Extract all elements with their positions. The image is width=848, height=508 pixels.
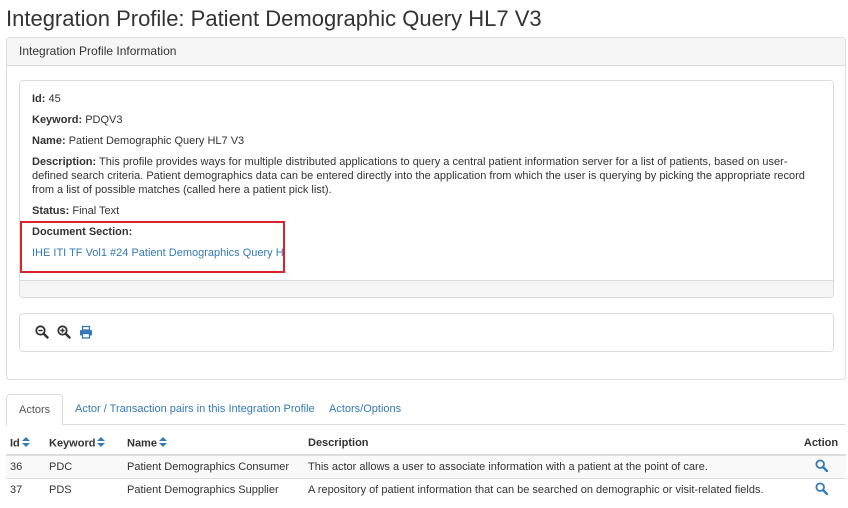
- sort-icon[interactable]: [21, 436, 30, 450]
- description-value: This profile provides ways for multiple …: [32, 156, 805, 196]
- zoom-out-icon[interactable]: [35, 325, 49, 339]
- table-row: 36 PDC Patient Demographics Consumer Thi…: [6, 454, 846, 478]
- name-label: Name:: [32, 135, 66, 147]
- cell-keyword: PDS: [45, 477, 123, 501]
- status-label: Status:: [32, 205, 70, 217]
- column-header-id[interactable]: Id: [6, 432, 45, 456]
- cell-id: 36: [6, 454, 45, 478]
- column-header-name[interactable]: Name: [123, 432, 304, 456]
- panel-heading: Integration Profile Information: [7, 38, 845, 66]
- sort-icon[interactable]: [158, 436, 167, 450]
- column-header-action: Action: [796, 432, 846, 456]
- document-section-field: Document Section:: [32, 225, 822, 239]
- document-section-label: Document Section:: [32, 226, 133, 238]
- document-section-link[interactable]: IHE ITI TF Vol1 #24 Patient Demographics…: [32, 247, 284, 259]
- cell-id: 37: [6, 477, 45, 501]
- status-value: Final Text: [72, 205, 120, 217]
- cell-name: Patient Demographics Consumer: [123, 454, 304, 478]
- keyword-header-label: Keyword: [49, 436, 96, 449]
- cell-description: A repository of patient information that…: [304, 477, 796, 501]
- profile-info-box: Id: 45 Keyword: PDQV3 Name: Patient Demo…: [19, 80, 834, 298]
- cell-action: [796, 454, 846, 478]
- profile-tabs: Actors Actor / Transaction pairs in this…: [6, 394, 846, 426]
- tab-actors[interactable]: Actors: [6, 394, 64, 426]
- print-icon[interactable]: [79, 325, 93, 339]
- table-header-row: Id Keyword Name Description Action: [6, 432, 846, 456]
- status-field: Status: Final Text: [32, 204, 822, 218]
- keyword-label: Keyword:: [32, 114, 83, 126]
- view-search-icon[interactable]: [814, 459, 828, 475]
- description-label: Description:: [32, 156, 97, 168]
- name-value: Patient Demographic Query HL7 V3: [68, 135, 245, 147]
- id-header-label: Id: [10, 436, 20, 449]
- integration-profile-panel: Integration Profile Information Id: 45 K…: [6, 37, 846, 380]
- tab-actors-options[interactable]: Actors/Options: [317, 394, 413, 425]
- keyword-field: Keyword: PDQV3: [32, 113, 822, 127]
- column-header-keyword[interactable]: Keyword: [45, 432, 123, 456]
- page-title: Integration Profile: Patient Demographic…: [6, 6, 542, 31]
- cell-action: [796, 477, 846, 501]
- cell-keyword: PDC: [45, 454, 123, 478]
- name-header-label: Name: [127, 436, 157, 449]
- document-section-link-row: IHE ITI TF Vol1 #24 Patient Demographics…: [32, 246, 822, 260]
- column-header-description: Description: [304, 432, 796, 456]
- id-label: Id:: [32, 93, 46, 105]
- id-value: 45: [48, 93, 61, 105]
- name-field: Name: Patient Demographic Query HL7 V3: [32, 134, 822, 148]
- zoom-in-icon[interactable]: [57, 325, 71, 339]
- cell-name: Patient Demographics Supplier: [123, 477, 304, 501]
- id-field: Id: 45: [32, 92, 822, 106]
- actors-table: Id Keyword Name Description Action 36 PD…: [6, 432, 846, 501]
- tab-actor-transaction-pairs[interactable]: Actor / Transaction pairs in this Integr…: [63, 394, 327, 425]
- toolbar: [19, 313, 834, 352]
- sort-icon[interactable]: [97, 436, 106, 450]
- info-box-footer: [20, 280, 833, 297]
- description-field: Description: This profile provides ways …: [32, 155, 822, 197]
- table-row: 37 PDS Patient Demographics Supplier A r…: [6, 477, 846, 501]
- keyword-value: PDQV3: [85, 114, 123, 126]
- view-search-icon[interactable]: [814, 482, 828, 498]
- cell-description: This actor allows a user to associate in…: [304, 454, 796, 478]
